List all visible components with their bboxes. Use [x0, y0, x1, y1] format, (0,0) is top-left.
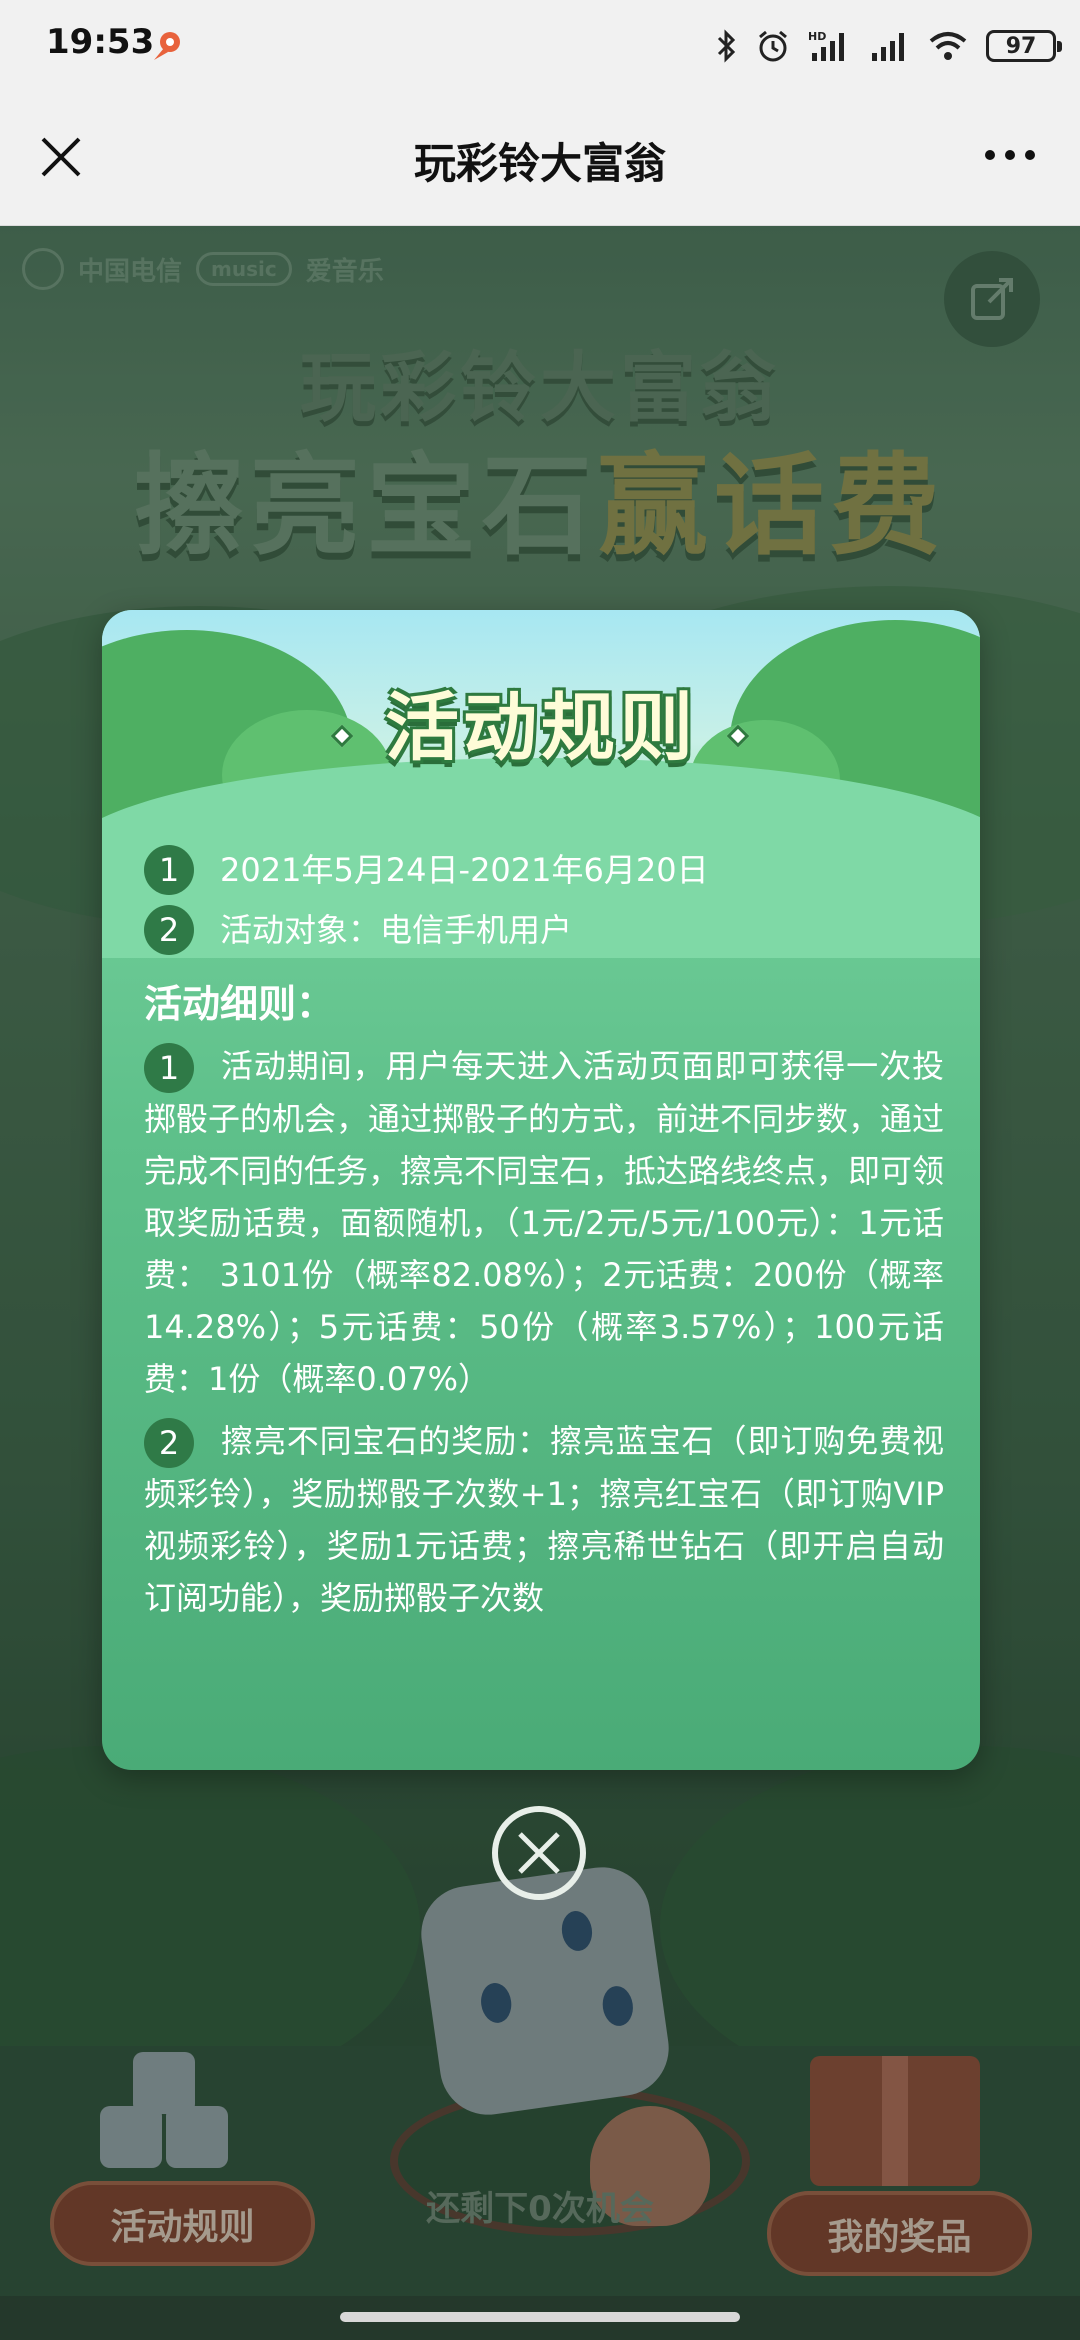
modal-body: 1 2021年5月24日-2021年6月20日 2 活动对象：电信手机用户 活动… — [144, 840, 944, 1624]
gesture-bar — [0, 2296, 1080, 2340]
rules-modal: 活动规则 1 2021年5月24日-2021年6月20日 2 活动对象：电信手机… — [102, 610, 980, 1770]
activity-period: 2021年5月24日-2021年6月20日 — [220, 851, 709, 889]
detail-rule: 2 擦亮不同宝石的奖励：擦亮蓝宝石（即订购免费视频彩铃），奖励掷骰子次数+1；擦亮… — [144, 1415, 944, 1624]
activity-target: 活动对象：电信手机用户 — [220, 911, 573, 949]
status-icons: HD 97 — [716, 24, 1062, 68]
nav-bar: 玩彩铃大富翁 — [0, 90, 1080, 226]
modal-title: 活动规则 — [385, 685, 697, 771]
battery-indicator: 97 — [986, 30, 1062, 62]
page-title: 玩彩铃大富翁 — [413, 139, 666, 188]
bluetooth-icon — [717, 29, 736, 63]
more-menu-button[interactable] — [970, 130, 1050, 180]
battery-level: 97 — [1005, 33, 1037, 59]
more-dot-icon — [1025, 150, 1035, 160]
detail-rule-text: 擦亮不同宝石的奖励：擦亮蓝宝石（即订购免费视频彩铃），奖励掷骰子次数+1；擦亮红… — [144, 1422, 944, 1617]
more-dot-icon — [1005, 150, 1015, 160]
list-item: 2 活动对象：电信手机用户 — [144, 900, 944, 960]
hd-label: HD — [808, 30, 826, 43]
status-bar: 19:53 HD 97 — [0, 0, 1080, 90]
number-badge: 1 — [144, 1043, 194, 1093]
wifi-icon — [929, 32, 967, 60]
number-badge: 2 — [144, 905, 194, 955]
detail-rule: 1 活动期间，用户每天进入活动页面即可获得一次投掷骰子的机会，通过掷骰子的方式，前… — [144, 1040, 944, 1405]
app-notification-icon — [154, 32, 180, 60]
home-indicator[interactable] — [340, 2312, 740, 2322]
alarm-icon — [759, 30, 787, 62]
details-title: 活动细则： — [144, 982, 335, 1026]
signal-hd-icon: HD — [808, 30, 844, 61]
close-icon — [518, 1832, 560, 1874]
list-item: 1 2021年5月24日-2021年6月20日 — [144, 840, 944, 900]
modal-header: 活动规则 — [102, 610, 980, 958]
status-time: 19:53 — [46, 22, 155, 62]
signal-icon — [872, 33, 904, 61]
more-dot-icon — [985, 150, 995, 160]
number-badge: 2 — [144, 1418, 194, 1468]
detail-rule-text: 活动期间，用户每天进入活动页面即可获得一次投掷骰子的机会，通过掷骰子的方式，前进… — [144, 1047, 945, 1398]
close-modal-button[interactable] — [492, 1806, 586, 1900]
number-badge: 1 — [144, 845, 194, 895]
